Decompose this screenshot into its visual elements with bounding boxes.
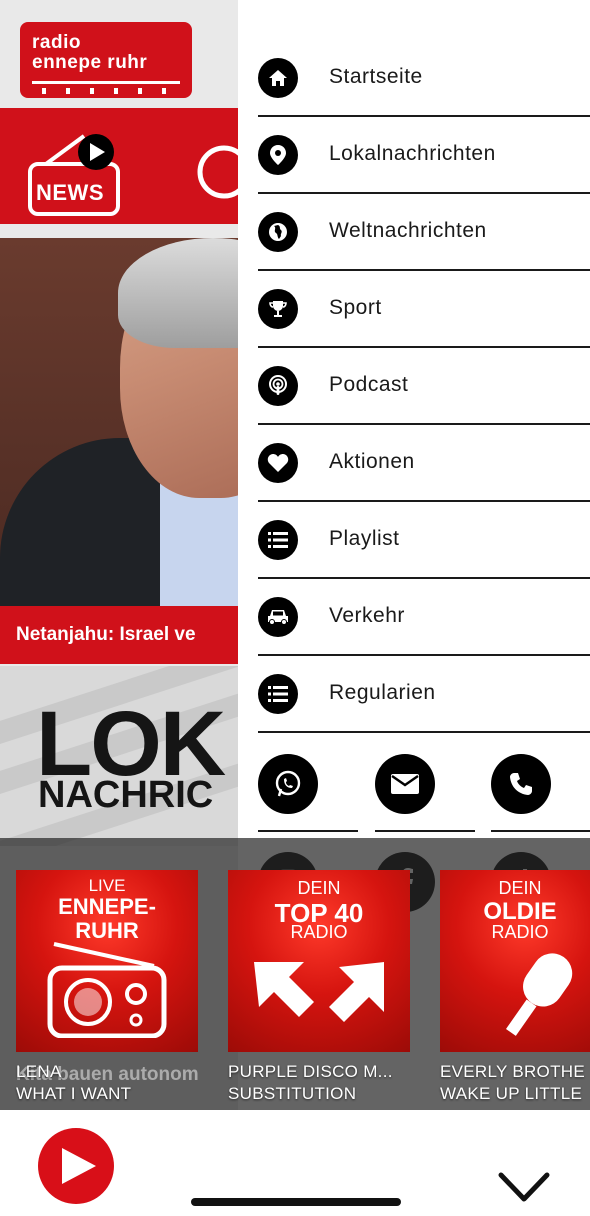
station-badge-top: DEIN bbox=[498, 878, 542, 898]
home-indicator[interactable] bbox=[191, 1198, 401, 1206]
home-icon bbox=[258, 58, 298, 98]
phone-button[interactable] bbox=[491, 754, 551, 814]
station-title: SUBSTITUTION bbox=[228, 1084, 357, 1103]
phone-icon bbox=[510, 773, 532, 795]
station-badge-top: LIVE bbox=[88, 876, 126, 895]
news-label: NEWS bbox=[36, 180, 104, 205]
menu-label: Sport bbox=[329, 296, 382, 319]
station-title: WHAT I WANT bbox=[16, 1084, 132, 1103]
logo-line1: radio bbox=[32, 32, 81, 53]
menu-label: Weltnachrichten bbox=[329, 219, 487, 242]
list-icon bbox=[258, 674, 298, 714]
menu-item-regularien[interactable]: Regularien bbox=[258, 656, 590, 733]
station-card-ennepe-ruhr[interactable]: LIVE ENNEPE- RUHR bbox=[16, 870, 198, 1052]
whatsapp-icon[interactable] bbox=[194, 142, 238, 202]
menu-item-aktionen[interactable]: Aktionen bbox=[258, 425, 590, 502]
station-artist: LENA bbox=[16, 1062, 62, 1081]
station-badge-sub: RADIO bbox=[290, 922, 348, 942]
lokal-banner[interactable]: LOK NACHRIC bbox=[0, 666, 238, 846]
globe-icon bbox=[258, 212, 298, 252]
menu-item-lokalnachrichten[interactable]: Lokalnachrichten bbox=[258, 117, 590, 194]
menu-label: Aktionen bbox=[329, 450, 415, 473]
photo-hair bbox=[118, 238, 238, 348]
trophy-icon bbox=[258, 289, 298, 329]
whatsapp-icon bbox=[275, 770, 301, 797]
lokal-subtitle: NACHRIC bbox=[38, 774, 214, 816]
featured-news-image[interactable] bbox=[0, 238, 238, 606]
email-button[interactable] bbox=[375, 754, 435, 814]
header: radio ennepe ruhr bbox=[0, 0, 238, 108]
station-badge-top: DEIN bbox=[297, 878, 341, 898]
whatsapp-button[interactable] bbox=[258, 754, 318, 814]
player-bar bbox=[0, 1110, 590, 1216]
list-icon bbox=[258, 520, 298, 560]
menu-label: Verkehr bbox=[329, 604, 405, 627]
station-badge-main2: RUHR bbox=[75, 918, 139, 943]
menu-item-startseite[interactable]: Startseite bbox=[258, 40, 590, 117]
station-artist: EVERLY BROTHE bbox=[440, 1062, 585, 1081]
featured-headline-bar[interactable]: Netanjahu: Israel ve bbox=[0, 606, 238, 664]
menu-label: Regularien bbox=[329, 681, 436, 704]
news-banner[interactable]: NEWS bbox=[0, 108, 238, 224]
menu-item-weltnachrichten[interactable]: Weltnachrichten bbox=[258, 194, 590, 271]
station-card-top40[interactable]: DEIN TOP 40 RADIO bbox=[228, 870, 410, 1052]
menu-label: Podcast bbox=[329, 373, 409, 396]
station-title: WAKE UP LITTLE bbox=[440, 1084, 583, 1103]
station-carousel: Kita bauen autonom LIVE ENNEPE- RUHR LEN… bbox=[0, 838, 590, 1110]
heart-icon bbox=[258, 443, 298, 483]
chart-arrows-icon bbox=[254, 962, 384, 1022]
logo-ticks bbox=[32, 81, 180, 94]
menu-label: Startseite bbox=[329, 65, 423, 88]
station-badge-sub: RADIO bbox=[491, 922, 549, 942]
menu-label: Lokalnachrichten bbox=[329, 142, 496, 165]
car-icon bbox=[258, 597, 298, 637]
divider bbox=[258, 830, 358, 832]
station-artist: PURPLE DISCO M... bbox=[228, 1062, 393, 1081]
microphone-icon bbox=[505, 953, 573, 1036]
radio-icon bbox=[47, 942, 167, 1038]
map-pin-icon bbox=[258, 135, 298, 175]
menu-item-podcast[interactable]: Podcast bbox=[258, 348, 590, 425]
play-icon bbox=[62, 1148, 96, 1184]
menu-label: Playlist bbox=[329, 527, 400, 550]
chevron-down-icon[interactable] bbox=[498, 1170, 550, 1204]
play-button[interactable] bbox=[38, 1128, 114, 1204]
divider bbox=[375, 830, 475, 832]
divider bbox=[491, 830, 590, 832]
station-card-oldie[interactable]: DEIN OLDIE RADIO bbox=[440, 870, 590, 1052]
radio-logo[interactable]: radio ennepe ruhr bbox=[20, 22, 192, 98]
menu-item-playlist[interactable]: Playlist bbox=[258, 502, 590, 579]
email-icon bbox=[391, 774, 419, 794]
menu-item-verkehr[interactable]: Verkehr bbox=[258, 579, 590, 656]
station-badge-main: ENNEPE- bbox=[58, 894, 156, 919]
logo-line2: ennepe ruhr bbox=[32, 52, 148, 73]
podcast-icon bbox=[258, 366, 298, 406]
menu-item-sport[interactable]: Sport bbox=[258, 271, 590, 348]
featured-headline: Netanjahu: Israel ve bbox=[16, 624, 196, 645]
